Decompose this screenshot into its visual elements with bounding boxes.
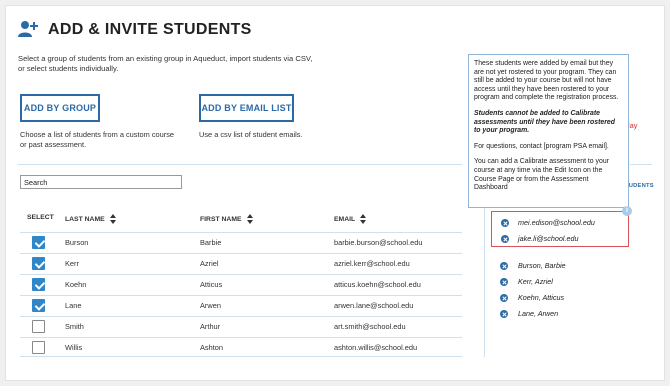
first-name-cell: Arwen: [200, 301, 221, 310]
remove-icon[interactable]: [501, 219, 509, 227]
select-checkbox[interactable]: [32, 257, 45, 270]
selected-student: Kerr, Azriel: [518, 277, 553, 286]
selected-student: Burson, Barbie: [518, 261, 566, 270]
email-cell: arwen.lane@school.edu: [334, 301, 414, 310]
page-title: ADD & INVITE STUDENTS: [48, 21, 252, 38]
last-name-cell: Koehn: [65, 280, 87, 289]
select-checkbox[interactable]: [32, 299, 45, 312]
email-cell: barbie.burson@school.edu: [334, 238, 423, 247]
remove-icon[interactable]: [500, 294, 508, 302]
table-row[interactable]: Smith Arthur art.smith@school.edu: [20, 316, 462, 336]
unrostered-email: jake.li@school.edu: [518, 234, 579, 243]
last-name-cell: Lane: [65, 301, 82, 310]
tooltip-warning: Students cannot be added to Calibrate as…: [474, 109, 615, 135]
table-row[interactable]: Kerr Azriel azriel.kerr@school.edu: [20, 253, 462, 273]
table-row[interactable]: Willis Ashton ashton.willis@school.edu: [20, 337, 462, 357]
email-cell: ashton.willis@school.edu: [334, 343, 418, 352]
first-name-cell: Azriel: [200, 259, 219, 268]
first-name-cell: Ashton: [200, 343, 224, 352]
search-input[interactable]: [20, 175, 182, 189]
column-header-last-name[interactable]: LAST NAME: [65, 214, 117, 224]
warning-text-partial: lay: [628, 121, 638, 130]
unrostered-students-box: mei.edison@school.edu jake.li@school.edu: [491, 211, 629, 247]
sort-icon[interactable]: [246, 214, 254, 224]
add-by-group-description: Choose a list of students from a custom …: [20, 130, 175, 149]
unrostered-email: mei.edison@school.edu: [518, 218, 595, 227]
add-by-email-list-button[interactable]: ADD BY EMAIL LIST: [199, 94, 294, 122]
column-header-select: SELECT: [27, 214, 54, 221]
add-by-email-description: Use a csv list of student emails.: [199, 130, 303, 139]
table-row[interactable]: Lane Arwen arwen.lane@school.edu: [20, 295, 462, 315]
email-cell: azriel.kerr@school.edu: [334, 259, 410, 268]
selected-student: Lane, Arwen: [518, 309, 559, 318]
info-icon[interactable]: i: [622, 206, 632, 216]
select-checkbox[interactable]: [32, 320, 45, 333]
remove-icon[interactable]: [501, 235, 509, 243]
first-name-cell: Atticus: [200, 280, 223, 289]
column-header-email[interactable]: EMAIL: [334, 214, 367, 224]
section-divider: [18, 164, 462, 165]
sort-icon[interactable]: [109, 214, 117, 224]
intro-text: Select a group of students from an exist…: [18, 54, 313, 73]
selected-students-heading: TUDENTS: [625, 183, 654, 189]
sort-icon[interactable]: [360, 214, 367, 224]
panel-separator: [630, 164, 652, 165]
add-user-icon: [18, 21, 38, 37]
select-checkbox[interactable]: [32, 278, 45, 291]
add-by-group-button[interactable]: ADD BY GROUP: [20, 94, 100, 122]
tooltip-paragraph: These students were added by email but t…: [474, 60, 619, 102]
table-row[interactable]: Koehn Atticus atticus.koehn@school.edu: [20, 274, 462, 294]
last-name-cell: Willis: [65, 343, 83, 352]
last-name-cell: Burson: [65, 238, 89, 247]
select-checkbox[interactable]: [32, 236, 45, 249]
remove-icon[interactable]: [500, 310, 508, 318]
tooltip-contact: For questions, contact [program PSA emai…: [474, 142, 609, 150]
unrostered-info-tooltip: These students were added by email but t…: [468, 54, 629, 208]
remove-icon[interactable]: [500, 262, 508, 270]
select-checkbox[interactable]: [32, 341, 45, 354]
email-cell: art.smith@school.edu: [334, 322, 406, 331]
table-row[interactable]: Burson Barbie barbie.burson@school.edu: [20, 232, 462, 252]
first-name-cell: Arthur: [200, 322, 221, 331]
panel-divider: [484, 207, 485, 357]
selected-student: Koehn, Atticus: [518, 293, 565, 302]
first-name-cell: Barbie: [200, 238, 222, 247]
column-header-first-name[interactable]: FIRST NAME: [200, 214, 254, 224]
email-cell: atticus.koehn@school.edu: [334, 280, 421, 289]
last-name-cell: Smith: [65, 322, 84, 331]
tooltip-paragraph: You can add a Calibrate assessment to yo…: [474, 158, 609, 192]
last-name-cell: Kerr: [65, 259, 79, 268]
remove-icon[interactable]: [500, 278, 508, 286]
